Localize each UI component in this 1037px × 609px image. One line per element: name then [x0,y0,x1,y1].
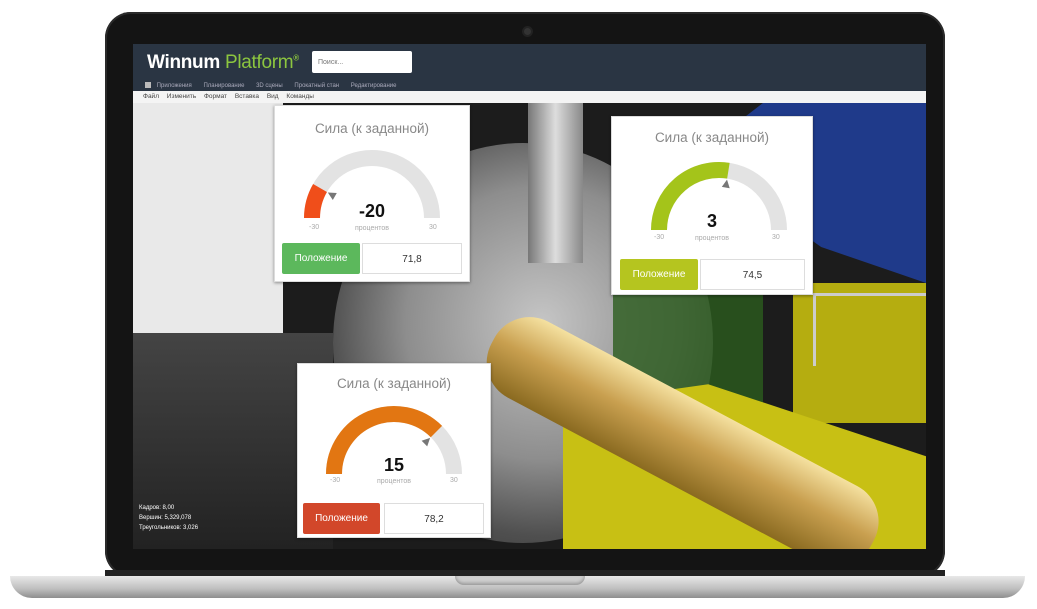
scene-railing [813,293,926,366]
app-logo[interactable]: Winnum Platform® [147,52,299,74]
gauge-value: 3 [706,211,717,231]
search-input[interactable] [312,51,412,73]
menu-bar: Файл Изменить Формат Вставка Вид Команды [133,91,926,103]
breadcrumb-item[interactable]: Прокатный стан [294,83,339,89]
gauge-min: -30 [330,477,341,484]
menu-commands[interactable]: Команды [286,93,314,100]
position-value: 74,5 [700,259,805,290]
gauge-max: 30 [450,477,458,484]
menu-file[interactable]: Файл [143,93,159,100]
gauge-min: -30 [654,234,665,241]
widget-title: Сила (к заданной) [654,130,770,145]
gauge-unit: процентов [354,225,389,232]
position-value: 71,8 [362,243,462,274]
logo-accent-text: Platform [224,52,294,73]
3d-scene-viewport[interactable]: Кадров: 8,00 Вершин: 5,329,078 Треугольн… [133,103,926,549]
breadcrumb-item[interactable]: Редактирование [351,83,397,89]
gauge-widget-1: Сила (к заданной) -20 процентов -30 30 П… [274,105,470,282]
gauge-value: 15 [383,455,405,475]
screen: Winnum Platform® Приложения Планирование… [133,44,926,549]
position-button[interactable]: Положение [620,259,698,290]
home-icon[interactable] [145,82,151,89]
gauge-marker [721,179,730,189]
logo-text: Winnum [147,52,220,73]
gauge-marker [327,192,337,200]
gauge-marker [421,437,431,447]
position-button[interactable]: Положение [303,503,380,534]
position-value: 78,2 [384,503,484,534]
gauge-unit: процентов [376,478,411,485]
top-navbar: Winnum Platform® [133,44,926,81]
widget-title: Сила (к заданной) [314,121,430,136]
laptop-notch [455,576,585,585]
gauge-min: -30 [309,224,320,231]
gauge-widget-3: Сила (к заданной) 15 процентов -30 30 По… [297,363,491,538]
gauge-max: 30 [772,234,780,241]
gauge-value: -20 [358,201,385,221]
logo-mark: ® [293,53,299,63]
breadcrumb: Приложения Планирование 3D сцены Прокатн… [133,81,926,91]
scene-stats: Кадров: 8,00 Вершин: 5,329,078 Треугольн… [139,503,198,533]
menu-view[interactable]: Вид [267,93,279,100]
scene-shaft [528,103,583,263]
gauge-max: 30 [429,224,437,231]
breadcrumb-item[interactable]: Приложения [157,83,192,89]
menu-insert[interactable]: Вставка [235,93,259,100]
gauge-widget-2: Сила (к заданной) 3 процентов -30 30 Пол… [611,116,813,295]
webcam [524,28,531,35]
widget-title: Сила (к заданной) [336,376,452,391]
stat-line: Кадров: 8,00 [139,505,175,511]
breadcrumb-item[interactable]: 3D сцены [256,83,283,89]
menu-edit[interactable]: Изменить [167,93,196,100]
position-button[interactable]: Положение [282,243,360,274]
menu-format[interactable]: Формат [204,93,227,100]
stat-line: Треугольников: 3,026 [139,525,199,531]
breadcrumb-item[interactable]: Планирование [203,83,244,89]
gauge-unit: процентов [694,235,729,242]
stat-line: Вершин: 5,329,078 [139,515,192,521]
